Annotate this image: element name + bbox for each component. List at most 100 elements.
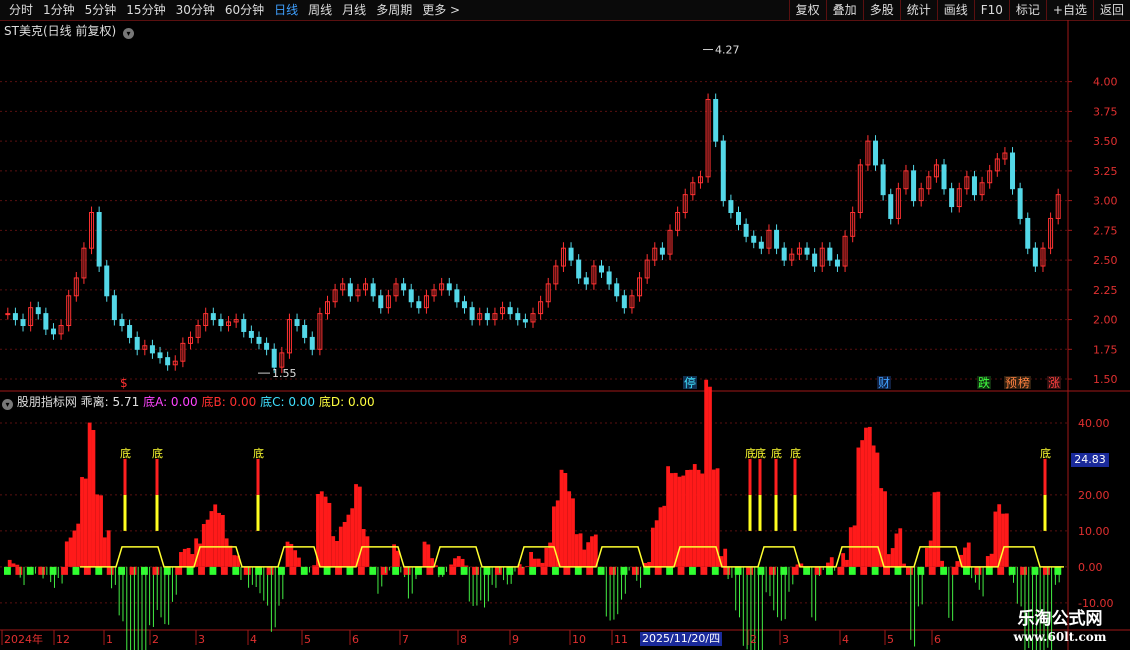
bias-bar-up [190,554,195,567]
bias-bar-up [841,553,846,567]
bias-bar-up [670,473,674,567]
ind-tick-label: 0.00 [1078,561,1103,574]
event-badge: 财 [878,376,890,390]
chevron-down-icon[interactable]: ▾ [2,399,13,410]
ind-tick-label: 10.00 [1078,525,1110,538]
candle-body [408,289,414,303]
signal-strip [449,566,457,575]
candle-body [294,319,300,327]
signal-label: 底 [253,446,264,460]
signal-strip [540,566,548,575]
signal-strip [951,566,959,575]
candle-body [568,247,574,261]
bias-bar-up [567,491,572,567]
bias-bar-up [985,556,990,567]
event-badge: 涨 [1048,375,1060,390]
signal-strip [928,566,936,575]
signal-strip [609,566,616,575]
ind-tick-label: 40.00 [1078,417,1110,430]
candle-body [583,277,589,285]
x-tick-label: 2 [750,633,757,646]
signal-strip [129,566,137,575]
signal-strip [734,566,742,575]
bias-bar-up [578,533,583,567]
bias-bar-up [574,534,579,567]
signal-strip [654,566,662,575]
candle-body [911,170,917,202]
bias-bar-up [464,565,469,567]
candle-body [621,295,627,309]
bias-bar-up [829,557,834,567]
candle-body [416,301,422,309]
price-tick-label: 3.50 [1093,135,1118,148]
bias-bar-up [186,547,191,567]
signal-label: 底 [771,446,782,460]
bias-bar-up [297,557,301,567]
watermark: 乐淘公式网 www.60lt.com [990,608,1130,650]
bias-bar-up [673,472,678,567]
x-tick-label: 5 [304,633,311,646]
signal-strip [472,566,479,575]
candle-body [484,313,490,321]
price-tick-label: 2.50 [1093,254,1118,267]
candle-body [119,319,125,327]
candle-body [614,283,620,297]
price-tick-label: 2.00 [1093,314,1118,327]
bias-bar-up [456,556,461,567]
candle-body [256,336,262,344]
signal-strip [563,566,571,575]
bias-bar-up [533,558,537,567]
signal-strip [278,566,285,575]
candle-body [873,140,879,166]
candle-body [713,98,719,142]
bias-bar-up [91,429,96,567]
bias-bar-up [422,541,427,567]
x-tick-label: 3 [782,633,789,646]
candle-body [165,357,171,366]
bias-bar-up [350,508,355,567]
signal-strip [746,566,753,575]
bias-bar-up [83,478,88,567]
bias-bar-up [563,473,568,567]
event-badge: $ [120,376,128,390]
bias-bar-up [586,542,591,567]
bias-bar-up [993,511,998,567]
candle-body [461,301,467,309]
bias-bar-up [1004,513,1009,567]
signal-strip [4,566,11,575]
bias-bar-up [1001,513,1005,567]
watermark-url: www.60lt.com [1013,630,1107,644]
signal-strip [335,566,342,575]
bias-bar-up [898,528,903,567]
x-tick-label: 11 [614,633,628,646]
bias-bar-up [940,560,945,567]
signal-strip [1031,566,1039,575]
bias-bar-up [662,505,667,567]
bias-bar-up [323,496,328,567]
x-tick-label: 8 [460,633,467,646]
signal-strip [300,566,308,575]
bias-bar-up [453,558,457,567]
candle-body [210,313,216,321]
signal-strip [1020,566,1027,575]
candle-body [20,319,26,327]
candle-body [507,307,513,315]
signal-strip [403,566,411,575]
signal-strip [494,566,502,575]
bias-bar-up [179,552,183,567]
candle-body [454,289,460,303]
signal-strip [346,566,354,575]
event-badge: 跌 [978,375,990,390]
signal-strip [689,566,696,575]
bias-bar-up [64,541,69,567]
candle-body [941,164,947,190]
candle-body [728,200,734,214]
signal-label: 底 [790,446,801,460]
watermark-title: 乐淘公式网 [1017,609,1103,629]
signal-strip [255,566,263,575]
candle-body [446,283,452,291]
indicator-value: 底D: 0.00 [318,395,375,409]
signal-strip [963,566,970,575]
signal-strip [415,566,422,575]
bias-bar-up [704,379,709,567]
